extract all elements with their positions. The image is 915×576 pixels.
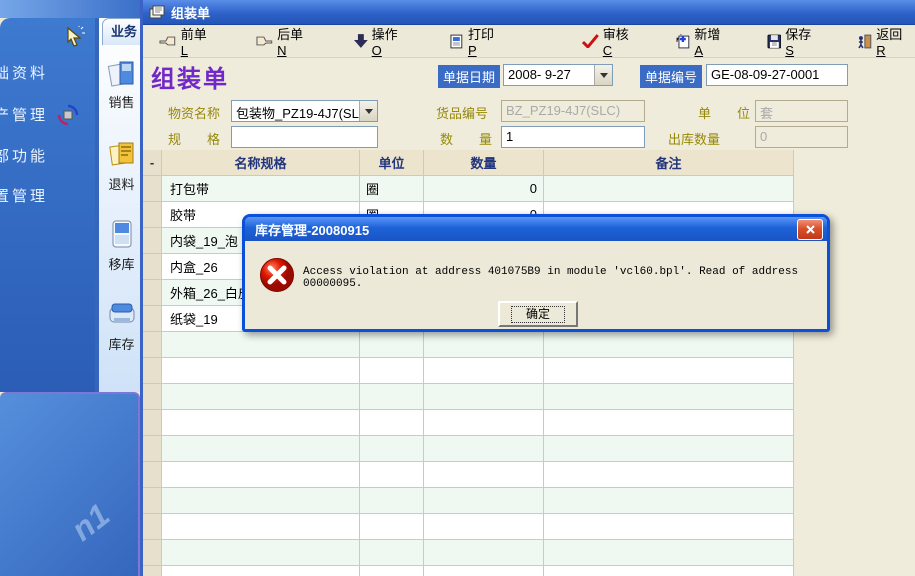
doc-no-input[interactable]: GE-08-09-27-0001: [706, 64, 848, 86]
sales-icon: [107, 58, 137, 90]
error-dialog: 库存管理-20080915 Access violation at addres…: [242, 214, 830, 332]
audit-button[interactable]: 审核C: [578, 22, 642, 60]
window-title: 组装单: [171, 3, 210, 22]
next-doc-button[interactable]: 后单N: [251, 22, 316, 60]
main-menu-sidebar: 础资料 产管理 部功能 置管理: [0, 18, 95, 392]
table-row-empty[interactable]: [143, 436, 794, 462]
back-button[interactable]: 返回R: [853, 22, 915, 60]
printer-icon: [449, 34, 464, 49]
sidebar-item-return[interactable]: 退料: [99, 174, 144, 193]
save-button[interactable]: 保存S: [763, 22, 824, 60]
background-panel: n1: [0, 392, 140, 576]
table-row-empty[interactable]: [143, 540, 794, 566]
prev-doc-button[interactable]: 前单L: [155, 22, 217, 60]
unit-label: 单 位: [698, 103, 750, 122]
qty-label: 数 量: [440, 129, 492, 148]
item-no-field: BZ_PZ19-4J7(SLC): [501, 100, 645, 122]
spinner-icon: [57, 104, 79, 126]
operations-button[interactable]: 操作O: [350, 22, 411, 60]
tab-business[interactable]: 业务: [102, 18, 144, 45]
close-icon: [805, 224, 816, 235]
unit-field: 套: [755, 100, 848, 122]
menu-item-base-data[interactable]: 础资料: [0, 62, 48, 83]
spec-label: 规 格: [168, 129, 220, 148]
material-combobox[interactable]: 包装物_PZ19-4J7(SLC: [231, 100, 378, 122]
table-row-empty[interactable]: [143, 358, 794, 384]
table-row-empty[interactable]: [143, 332, 794, 358]
table-row-empty[interactable]: [143, 384, 794, 410]
business-sidebar: 业务 销售 退料 移库 库存: [95, 18, 144, 392]
item-no-label: 货品编号: [436, 103, 488, 122]
doc-date-combobox[interactable]: 2008- 9-27: [503, 64, 613, 86]
col-name-spec[interactable]: 名称规格: [162, 150, 360, 175]
ok-button-label: 确定: [511, 306, 565, 323]
table-row-empty[interactable]: [143, 566, 794, 576]
out-qty-field: 0: [755, 126, 848, 148]
sidebar-item-inventory[interactable]: 库存: [99, 334, 144, 353]
table-row-empty[interactable]: [143, 462, 794, 488]
doc-date-dropdown-icon[interactable]: [594, 65, 612, 85]
return-material-icon: [107, 138, 137, 170]
doc-date-value: 2008- 9-27: [504, 65, 594, 85]
table-row-empty[interactable]: [143, 410, 794, 436]
red-check-icon: [582, 34, 599, 48]
error-dialog-title: 库存管理-20080915: [255, 220, 369, 239]
menu-item-settings[interactable]: 置管理: [0, 185, 48, 206]
menu-item-production[interactable]: 产管理: [0, 104, 48, 125]
table-row-empty[interactable]: [143, 488, 794, 514]
qty-input[interactable]: 1: [501, 126, 645, 148]
col-unit[interactable]: 单位: [360, 150, 424, 175]
sidebar-item-move[interactable]: 移库: [99, 254, 144, 273]
doc-no-label: 单据编号: [640, 65, 702, 88]
table-corner[interactable]: -: [143, 150, 162, 175]
col-note[interactable]: 备注: [544, 150, 794, 175]
table-row[interactable]: 打包带圈0: [143, 176, 794, 202]
toolbar: 前单L 后单N 操作O 打印P 审核C: [143, 25, 915, 58]
hand-right-icon: [255, 35, 273, 47]
material-dropdown-icon[interactable]: [359, 101, 377, 121]
error-dialog-titlebar: 库存管理-20080915: [245, 217, 827, 241]
doc-plus-icon: [676, 34, 691, 49]
arrow-down-icon: [354, 34, 368, 48]
material-label: 物资名称: [168, 103, 220, 122]
close-button[interactable]: [797, 219, 823, 240]
form-title: 组装单: [151, 59, 229, 94]
screen: 础资料 产管理 部功能 置管理 业务 销售 退料 移库: [0, 0, 915, 576]
mouse-pointer-icon: [64, 26, 86, 48]
inventory-icon: [107, 298, 137, 330]
watermark-text: n1: [65, 496, 117, 548]
background-window-strip: [0, 0, 140, 18]
error-icon: [259, 257, 295, 293]
window-icon: [148, 5, 165, 20]
ok-button[interactable]: 确定: [498, 301, 578, 327]
table-row-empty[interactable]: [143, 514, 794, 540]
col-qty[interactable]: 数量: [424, 150, 544, 175]
floppy-icon: [767, 34, 782, 49]
menu-item-functions[interactable]: 部功能: [0, 145, 48, 166]
move-stock-icon: [107, 218, 137, 250]
hand-left-icon: [159, 35, 177, 47]
print-button[interactable]: 打印P: [445, 22, 506, 60]
doc-date-label: 单据日期: [438, 65, 500, 88]
table-header-row: - 名称规格 单位 数量 备注: [143, 150, 794, 176]
new-button[interactable]: 新增A: [672, 22, 733, 60]
out-qty-label: 出库数量: [668, 129, 720, 148]
material-value: 包装物_PZ19-4J7(SLC: [232, 101, 359, 121]
sidebar-item-sales[interactable]: 销售: [99, 92, 144, 111]
error-message: Access violation at address 401075B9 in …: [303, 266, 817, 290]
exit-icon: [857, 34, 872, 49]
spec-input[interactable]: [231, 126, 378, 148]
